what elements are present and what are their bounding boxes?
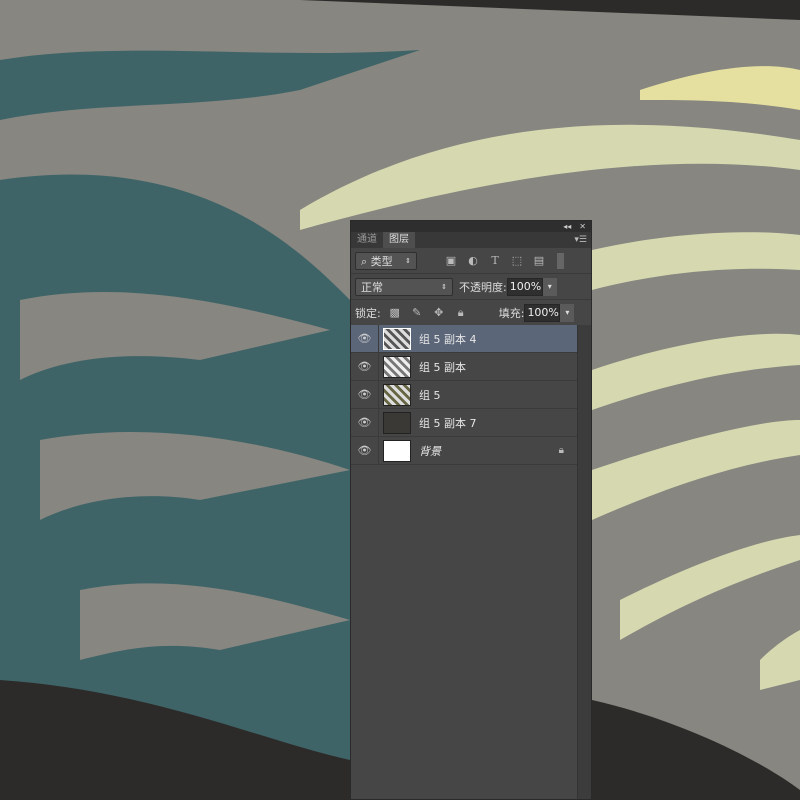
collapse-icon[interactable]: ◂◂ [563,221,571,232]
layers-panel: ◂◂ ✕ 通道 图层 ▾☰ ⌕ 类型 ⇕ ▣ ◐ T ⬚ ▤ 正常 ⇕ 不透明度: … [350,220,592,800]
layer-thumbnail [383,439,411,462]
shape-filter-icon[interactable]: ⬚ [509,254,525,267]
tab-channels[interactable]: 通道 [351,232,383,248]
layer-row[interactable]: 👁︎ 组 5 副本 4 [351,325,578,353]
layer-list: 👁︎ 组 5 副本 4 👁︎ 组 5 副本 👁︎ 组 5 👁︎ 组 5 副本 7… [351,325,578,465]
filter-kind-label: 类型 [370,254,393,268]
layer-list-scrollbar[interactable] [577,325,591,799]
filter-toggle-icon[interactable] [557,252,564,269]
filter-row: ⌕ 类型 ⇕ ▣ ◐ T ⬚ ▤ [351,248,591,274]
layer-name: 组 5 副本 4 [419,332,477,346]
layer-thumbnail [383,355,411,378]
smart-object-filter-icon[interactable]: ▤ [531,254,547,267]
lock-label: 锁定: [355,306,381,320]
layer-row[interactable]: 👁︎ 组 5 副本 [351,353,578,381]
adjustment-filter-icon[interactable]: ◐ [465,254,481,267]
visibility-eye-icon[interactable]: 👁︎ [351,409,379,436]
layer-thumbnail [383,327,411,350]
lock-transparent-icon[interactable]: ▩ [387,306,403,319]
fill-input[interactable]: 100% [524,303,561,322]
layer-thumbnail [383,383,411,406]
layer-name: 组 5 副本 [419,360,466,374]
layer-name: 背景 [419,444,441,458]
panel-titlebar: ◂◂ ✕ [351,221,591,232]
layer-name: 组 5 副本 7 [419,416,477,430]
type-filter-icon[interactable]: T [487,254,503,267]
visibility-eye-icon[interactable]: 👁︎ [351,353,379,380]
blend-mode-value: 正常 [361,280,383,294]
opacity-input[interactable]: 100% [506,277,543,296]
lock-icon: 🔒︎ [558,445,564,456]
opacity-label: 不透明度: [459,280,507,294]
visibility-eye-icon[interactable]: 👁︎ [351,437,379,464]
visibility-eye-icon[interactable]: 👁︎ [351,325,379,352]
layer-row[interactable]: 👁︎ 组 5 [351,381,578,409]
lock-all-icon[interactable]: 🔒︎ [453,306,469,320]
visibility-eye-icon[interactable]: 👁︎ [351,381,379,408]
fill-label: 填充: [498,306,525,320]
layer-row[interactable]: 👁︎ 组 5 副本 7 [351,409,578,437]
lock-position-icon[interactable]: ✥ [431,306,447,319]
image-filter-icon[interactable]: ▣ [443,254,459,267]
updown-icon: ⇕ [405,256,411,265]
updown-icon: ⇕ [441,282,447,291]
lock-paint-icon[interactable]: ✎ [409,306,425,319]
filter-kind-select[interactable]: ⌕ 类型 ⇕ [355,251,417,270]
layer-name: 组 5 [419,388,441,402]
layer-row[interactable]: 👁︎ 背景 🔒︎ [351,437,578,465]
panel-menu-icon[interactable]: ▾☰ [574,232,587,248]
close-icon[interactable]: ✕ [579,221,586,232]
search-icon: ⌕ [361,254,368,268]
blend-mode-select[interactable]: 正常 ⇕ [355,277,453,296]
fill-dropdown[interactable]: ▾ [560,303,575,322]
lock-row: 锁定: ▩ ✎ ✥ 🔒︎ 填充: 100% ▾ [351,300,591,326]
layer-thumbnail [383,411,411,434]
panel-tabs: 通道 图层 ▾☰ [351,232,591,248]
tab-layers[interactable]: 图层 [383,232,415,248]
blend-row: 正常 ⇕ 不透明度: 100% ▾ [351,274,591,300]
opacity-dropdown[interactable]: ▾ [542,277,557,296]
